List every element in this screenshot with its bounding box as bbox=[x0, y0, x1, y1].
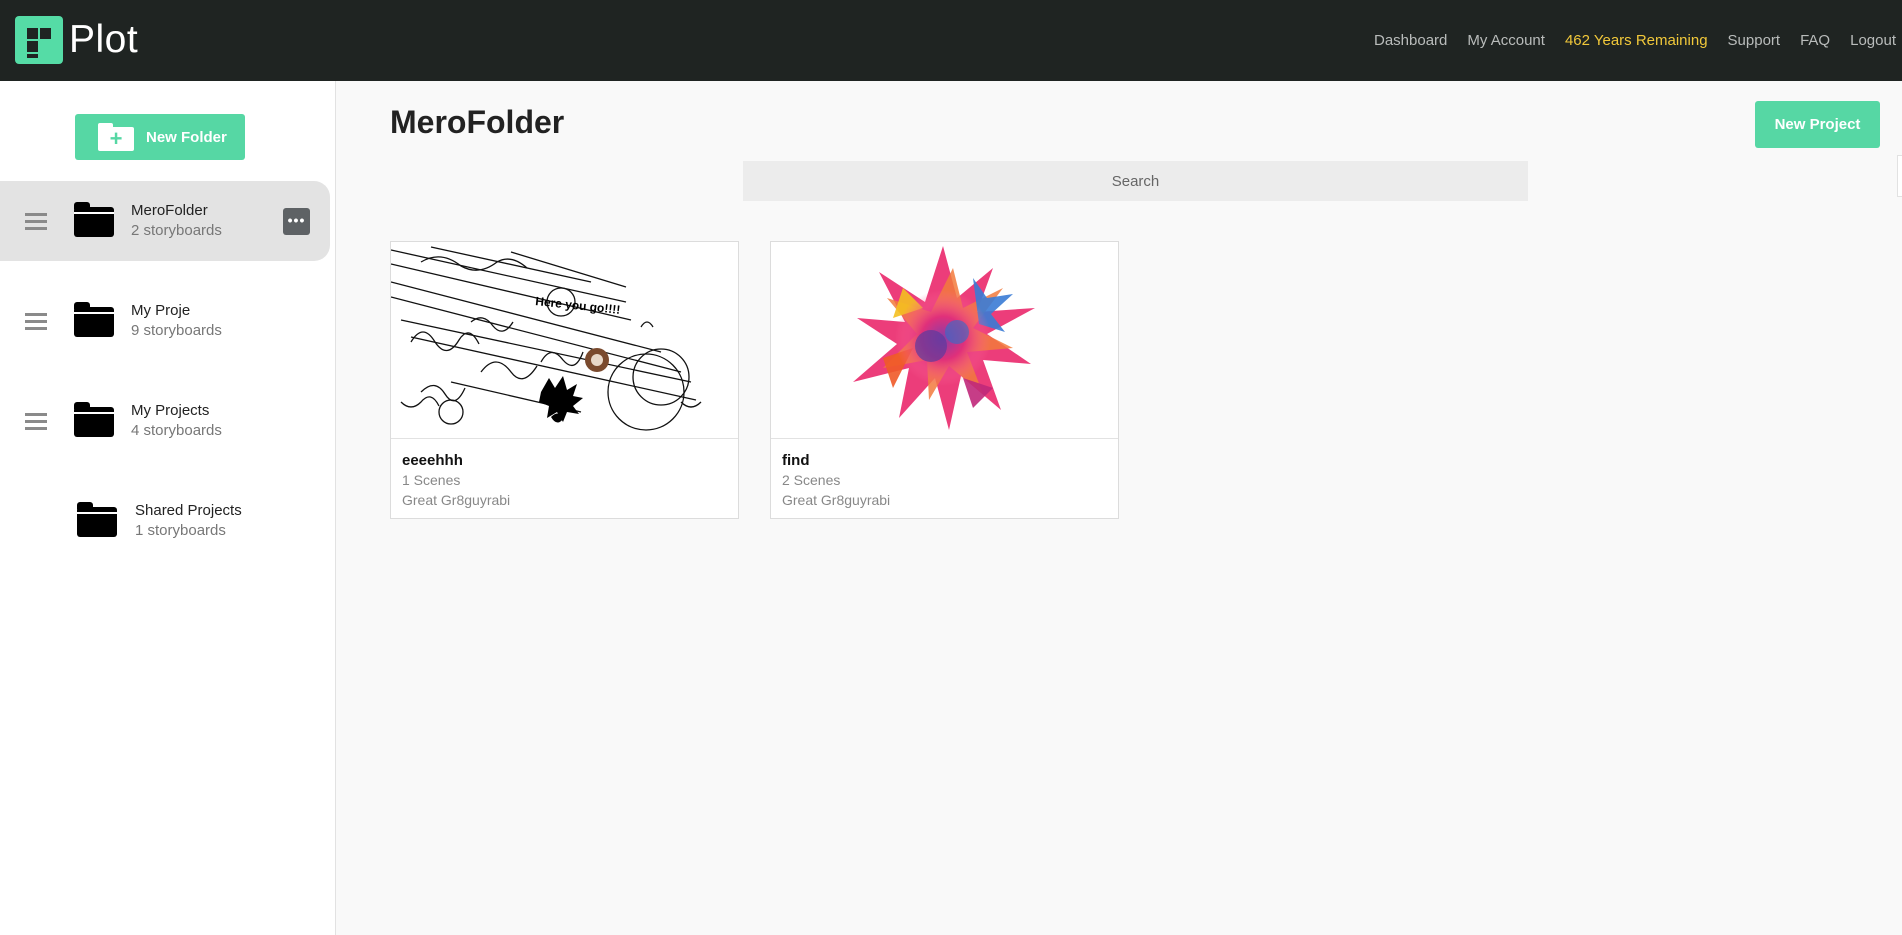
nav-logout[interactable]: Logout bbox=[1850, 32, 1896, 49]
project-card-find[interactable]: find 2 Scenes Great Gr8guyrabi bbox=[770, 241, 1119, 519]
brand-logo[interactable]: Plot bbox=[15, 16, 138, 64]
sidebar-folder-my-projects[interactable]: My Projects 4 storyboards bbox=[0, 381, 330, 461]
project-author: Great Gr8guyrabi bbox=[782, 492, 891, 508]
folder-count: 1 storyboards bbox=[135, 522, 226, 539]
sketch-image: Here you go!!!! bbox=[391, 246, 702, 431]
folder-icon bbox=[74, 302, 114, 337]
color-burst-image bbox=[853, 246, 1035, 430]
folder-plus-icon: + bbox=[98, 123, 134, 151]
project-scenes: 2 Scenes bbox=[782, 472, 841, 488]
project-card-eeeehhh[interactable]: Here you go!!!! eeeehhh 1 Scenes Great G… bbox=[390, 241, 739, 519]
project-scenes: 1 Scenes bbox=[402, 472, 461, 488]
folder-count: 2 storyboards bbox=[131, 222, 222, 239]
nav-faq[interactable]: FAQ bbox=[1800, 32, 1830, 49]
top-nav: Dashboard My Account 462 Years Remaining… bbox=[1354, 0, 1896, 81]
project-title: eeeehhh bbox=[402, 452, 463, 469]
new-folder-button[interactable]: + New Folder bbox=[75, 114, 245, 160]
drag-handle-icon[interactable] bbox=[25, 213, 47, 231]
folder-name: MeroFolder bbox=[131, 202, 208, 219]
page-title: MeroFolder bbox=[390, 104, 565, 140]
project-thumbnail bbox=[771, 242, 1118, 439]
search-input[interactable] bbox=[743, 161, 1528, 201]
nav-dashboard[interactable]: Dashboard bbox=[1374, 32, 1447, 49]
side-panel-tab[interactable] bbox=[1897, 155, 1902, 197]
brand-name: Plot bbox=[69, 18, 139, 61]
sidebar-folder-my-proje[interactable]: My Proje 9 storyboards bbox=[0, 281, 330, 361]
new-project-button[interactable]: New Project bbox=[1755, 101, 1880, 148]
project-title: find bbox=[782, 452, 810, 469]
folder-name: My Proje bbox=[131, 302, 191, 319]
folder-count: 9 storyboards bbox=[131, 322, 222, 339]
nav-support[interactable]: Support bbox=[1728, 32, 1781, 49]
sidebar: + New Folder MeroFolder 2 storyboards ••… bbox=[0, 81, 336, 935]
folder-icon bbox=[74, 202, 114, 237]
folder-icon bbox=[74, 402, 114, 437]
logo-grid-icon bbox=[15, 16, 63, 64]
folder-count: 4 storyboards bbox=[131, 422, 222, 439]
project-thumbnail: Here you go!!!! bbox=[391, 242, 738, 439]
drag-handle-icon[interactable] bbox=[25, 413, 47, 431]
folder-name: Shared Projects bbox=[135, 502, 242, 519]
sidebar-folder-shared-projects[interactable]: Shared Projects 1 storyboards bbox=[0, 481, 330, 561]
nav-my-account[interactable]: My Account bbox=[1467, 32, 1545, 49]
more-icon[interactable]: ••• bbox=[283, 208, 310, 235]
nav-years-remaining[interactable]: 462 Years Remaining bbox=[1565, 32, 1708, 49]
drag-handle-icon[interactable] bbox=[25, 313, 47, 331]
project-author: Great Gr8guyrabi bbox=[402, 492, 511, 508]
folder-name: My Projects bbox=[131, 402, 210, 419]
folder-icon bbox=[77, 502, 117, 537]
top-bar: Plot Dashboard My Account 462 Years Rema… bbox=[0, 0, 1902, 81]
new-folder-label: New Folder bbox=[146, 128, 227, 146]
sidebar-folder-merofolder[interactable]: MeroFolder 2 storyboards ••• bbox=[0, 181, 330, 261]
